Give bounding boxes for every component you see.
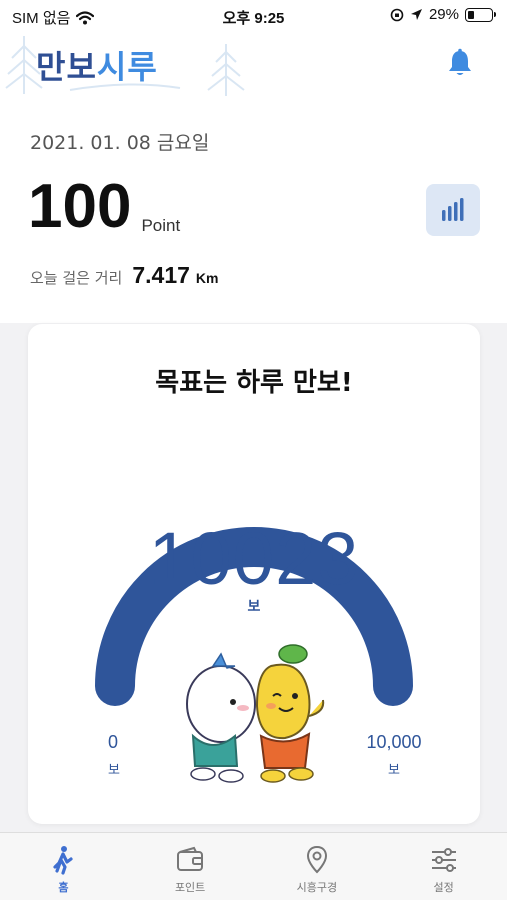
- tab-siheung-tour[interactable]: 시흥구경: [254, 833, 381, 900]
- distance-unit: Km: [195, 270, 219, 286]
- tab-label: 시흥구경: [296, 881, 338, 894]
- gauge-max-label: 10,000: [366, 732, 422, 752]
- goal-card: 목표는 하루 만보! 10023 보 0 보 10,000 보: [28, 324, 480, 824]
- battery-icon: [465, 7, 496, 22]
- tab-settings[interactable]: 설정: [380, 833, 507, 900]
- bar-chart-icon: [442, 198, 464, 221]
- points-value: 100: [28, 172, 132, 241]
- tab-label: 설정: [433, 881, 454, 894]
- battery-percent: 29%: [428, 6, 459, 23]
- logo-part-1: 만보: [36, 48, 97, 86]
- app-logo: 만보시루: [36, 42, 158, 88]
- points-display: 100 Point: [28, 172, 180, 242]
- rotation-lock-icon: [390, 8, 404, 21]
- distance-label: 오늘 걸은 거리: [30, 269, 123, 287]
- distance-row: 오늘 걸은 거리 7.417 Km: [30, 262, 218, 289]
- goal-title: 목표는 하루 만보!: [155, 368, 353, 398]
- tab-home[interactable]: 홈: [0, 833, 127, 900]
- battery-level: [468, 10, 475, 19]
- stats-button[interactable]: [426, 184, 480, 236]
- gauge-min-unit: 보: [108, 763, 120, 778]
- gauge-min-label: 0: [107, 732, 118, 752]
- tab-points[interactable]: 포인트: [127, 833, 254, 900]
- location-arrow-icon: [410, 9, 422, 20]
- distance-value: 7.417: [132, 262, 190, 288]
- mascot-illustration: [186, 644, 325, 783]
- bell-icon[interactable]: [446, 48, 474, 78]
- wallet-icon: [177, 846, 204, 871]
- location-pin-icon: [306, 845, 327, 874]
- tab-bar: 홈 포인트 시흥구경 설정: [0, 832, 507, 900]
- logo-part-2: 시루: [96, 48, 158, 86]
- walking-icon: [53, 846, 73, 875]
- gauge-max-unit: 보: [388, 763, 400, 778]
- tab-label: 포인트: [174, 881, 206, 894]
- steps-unit: 보: [247, 599, 261, 615]
- tab-label: 홈: [58, 881, 69, 894]
- points-unit: Point: [141, 216, 181, 235]
- sliders-icon: [431, 848, 456, 872]
- steps-value: 10023: [148, 517, 360, 600]
- current-date: 2021. 01. 08 금요일: [30, 132, 210, 154]
